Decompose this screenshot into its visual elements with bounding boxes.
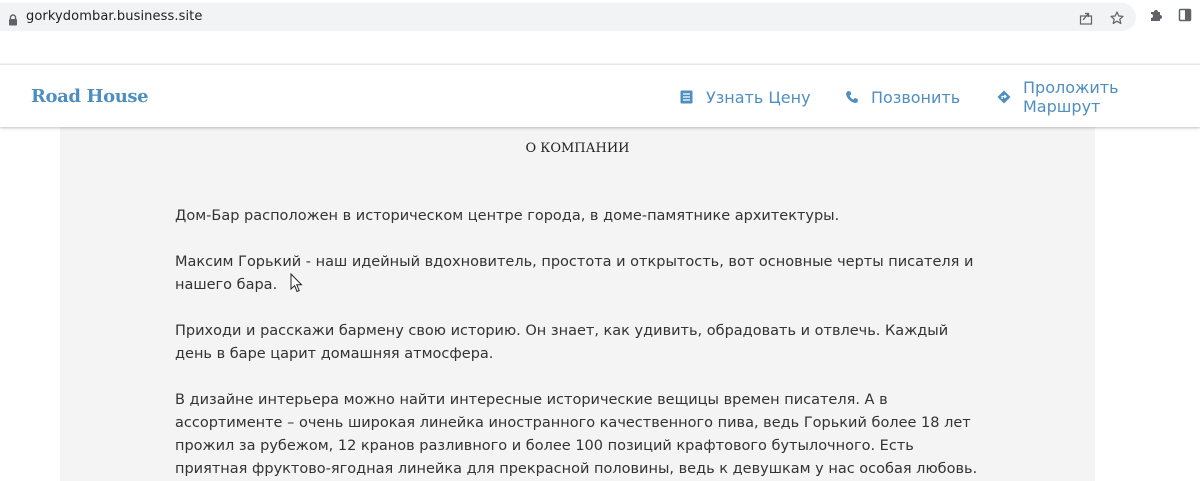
- share-icon[interactable]: [1079, 11, 1093, 25]
- about-paragraph: В дизайне интерьера можно найти интересн…: [175, 392, 978, 477]
- about-paragraph: Дом-Бар расположен в историческом центре…: [175, 208, 840, 224]
- brand-logo[interactable]: Road House: [31, 86, 149, 107]
- mouse-cursor: [290, 272, 303, 293]
- phone-icon: [845, 90, 859, 104]
- nav-call[interactable]: Позвонить: [845, 87, 960, 107]
- nav-directions-label: Проложить Маршрут: [1023, 78, 1119, 116]
- section-title: О КОМПАНИИ: [525, 141, 630, 156]
- about-section: О КОМПАНИИ Дом-Бар расположен в историче…: [60, 127, 1095, 481]
- address-bar[interactable]: gorkydombar.business.site: [0, 3, 1136, 31]
- price-list-icon: [680, 90, 694, 104]
- browser-toolbar: gorkydombar.business.site: [0, 0, 1200, 36]
- lock-icon[interactable]: [8, 11, 18, 26]
- nav-get-price-label: Узнать Цену: [706, 87, 811, 107]
- site-header: Road House Узнать Цену Позвонить Проложи…: [0, 64, 1200, 127]
- about-paragraph: Приходи и расскажи бармену свою историю.…: [175, 323, 949, 362]
- nav-get-price[interactable]: Узнать Цену: [680, 87, 811, 107]
- nav-directions[interactable]: Проложить Маршрут: [997, 78, 1200, 116]
- star-icon[interactable]: [1110, 11, 1124, 25]
- extensions-icon[interactable]: [1149, 8, 1163, 22]
- side-panel-icon[interactable]: [1178, 8, 1192, 22]
- url-text[interactable]: gorkydombar.business.site: [26, 9, 202, 24]
- directions-icon: [997, 90, 1011, 104]
- nav-call-label: Позвонить: [871, 87, 961, 107]
